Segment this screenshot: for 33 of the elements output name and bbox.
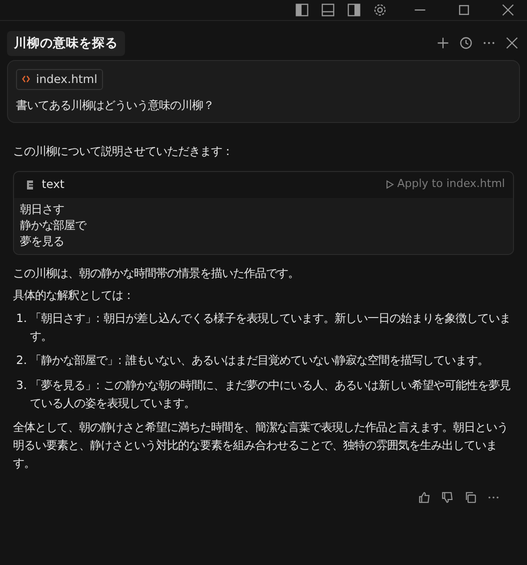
sidebar-left-icon[interactable] — [295, 3, 309, 17]
reply-text: この川柳は、朝の静かな時間帯の情景を描いた作品です。 — [13, 264, 300, 282]
close-icon[interactable] — [501, 3, 515, 17]
code-icon — [22, 75, 30, 84]
copy-icon[interactable] — [464, 491, 477, 504]
code-line: 静かな部屋で — [20, 218, 88, 234]
list-number: 1. — [15, 310, 28, 327]
thumbs-up-icon[interactable] — [418, 491, 431, 504]
user-message-text: 書いてある川柳はどういう意味の川柳？ — [16, 97, 215, 114]
list-item-text: 「夢を見る」: この静かな朝の時間に、まだ夢の中にいる人、あるいは新しい希望や可能性を夢見ている人の姿を表現しています。 — [30, 376, 512, 412]
code-line: 夢を見る — [20, 234, 65, 250]
apply-button[interactable]: Apply to index.html — [386, 176, 505, 193]
history-icon[interactable] — [459, 36, 473, 50]
file-chip[interactable]: index.html — [16, 68, 104, 90]
reply-text: 具体的な解釈としては： — [13, 287, 135, 304]
chat-title: 川柳の意味を探る — [7, 31, 125, 56]
list-item-text: 「朝日さす」: 朝日が差し込んでくる様子を表現しています。新しい一日の始まりを象徴しています。 — [30, 310, 512, 345]
list-number: 2. — [15, 352, 28, 370]
plus-icon[interactable] — [436, 36, 450, 50]
file-icon — [26, 180, 36, 190]
reply-text: この川柳について説明させていただきます： — [13, 143, 234, 160]
settings-icon[interactable] — [373, 3, 387, 17]
code-line: 朝日さす — [20, 202, 65, 218]
reply-text: 全体として、朝の静けさと希望に満ちた時間を、簡潔な言葉で表現した作品と言えます。朝日という明るい要素と、静けさという対比的な要素を組み合わせることで、独特の雰囲気を生み出しています。 — [13, 419, 509, 472]
play-icon — [386, 180, 394, 190]
sidebar-right-icon[interactable] — [347, 3, 361, 17]
list-item-text: 「静かな部屋で」: 誰もいない、あるいはまだ目覚めていない静寂な空間を描写しています。 — [30, 352, 488, 370]
thumbs-down-icon[interactable] — [441, 491, 454, 504]
code-language: text — [42, 176, 64, 193]
maximize-icon[interactable] — [457, 3, 471, 17]
panel-bottom-icon[interactable] — [321, 3, 335, 17]
close-icon[interactable] — [505, 36, 519, 50]
list-number: 3. — [15, 376, 28, 394]
